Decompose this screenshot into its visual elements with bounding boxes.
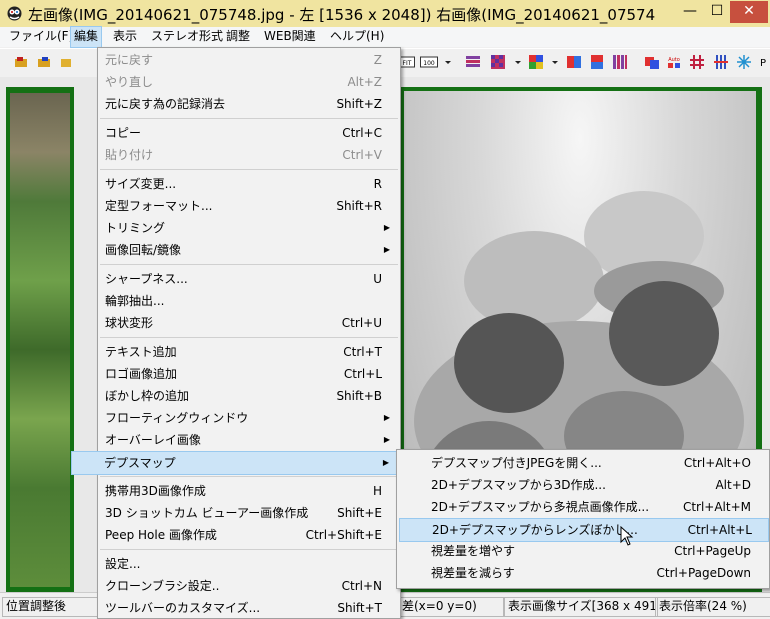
menu-item-format[interactable]: 定型フォーマット... Shift+R — [100, 195, 398, 217]
menu-item-depth-map[interactable]: デプスマップ ▶ — [71, 451, 398, 475]
menu-bar: ファイル(F) 編集 表示 ステレオ形式 調整 WEB関連 ヘルプ(H) — [0, 26, 770, 48]
actual-size-icon[interactable]: 100 — [420, 55, 438, 69]
menu-item-paste[interactable]: 貼り付け Ctrl+V — [100, 144, 398, 166]
menu-item-add-text[interactable]: テキスト追加 Ctrl+T — [100, 341, 398, 363]
status-zoom: 表示倍率(24 %) — [655, 597, 770, 617]
chevron-down-icon[interactable] — [550, 55, 560, 69]
column-interlace-icon[interactable] — [613, 55, 627, 69]
maximize-button[interactable]: ☐ — [704, 1, 730, 23]
mouse-cursor-icon — [620, 526, 634, 546]
menu-separator — [100, 549, 398, 550]
menu-separator — [100, 118, 398, 119]
open-right-icon[interactable] — [37, 55, 51, 69]
menu-adjust[interactable]: 調整 — [223, 27, 253, 47]
submenu-arrow-icon: ▶ — [382, 458, 389, 467]
status-position: 位置調整後 — [2, 597, 100, 617]
submenu-arrow-icon: ▶ — [383, 223, 390, 232]
menu-item-shotcam[interactable]: 3D ショットカム ビューアー画像作成 Shift+E — [100, 502, 398, 524]
menu-item-trimming[interactable]: トリミング ▶ — [100, 217, 398, 239]
overlap-icon[interactable] — [645, 55, 659, 69]
checker-icon[interactable] — [491, 55, 505, 69]
submenu-open-depth-jpeg[interactable]: デプスマップ付きJPEGを開く... Ctrl+Alt+O — [399, 452, 767, 474]
color-anaglyph-icon[interactable] — [529, 55, 543, 69]
menu-item-mobile-3d[interactable]: 携帯用3D画像作成 H — [100, 480, 398, 502]
submenu-increase-parallax[interactable]: 視差量を増やす Ctrl+PageUp — [399, 540, 767, 562]
status-display-size: 表示画像サイズ[368 x 491] — [504, 597, 658, 617]
submenu-lens-blur[interactable]: 2D+デプスマップからレンズぼかし... Ctrl+Alt+L — [399, 518, 769, 542]
actual-size-icon-label: 100 — [423, 60, 435, 67]
menu-file[interactable]: ファイル(F) — [6, 27, 76, 47]
submenu-decrease-parallax[interactable]: 視差量を減らす Ctrl+PageDown — [399, 562, 767, 584]
submenu-arrow-icon: ▶ — [383, 435, 390, 444]
p-icon-label: P — [760, 58, 766, 69]
menu-separator — [100, 337, 398, 338]
menu-item-add-logo[interactable]: ロゴ画像追加 Ctrl+L — [100, 363, 398, 385]
menu-item-peep-hole[interactable]: Peep Hole 画像作成 Ctrl+Shift+E — [100, 524, 398, 546]
menu-item-overlay[interactable]: オーバーレイ画像 ▶ — [100, 429, 398, 451]
menu-help[interactable]: ヘルプ(H) — [327, 27, 387, 47]
menu-item-clone-brush[interactable]: クローンブラシ設定.. Ctrl+N — [100, 575, 398, 597]
p-icon[interactable]: P — [757, 55, 769, 69]
minimize-button[interactable]: — — [676, 1, 704, 23]
open-left-icon[interactable] — [14, 55, 28, 69]
status-coords: 差(x=0 y=0) — [398, 597, 504, 617]
close-button[interactable]: ✕ — [730, 1, 768, 23]
menu-item-rotate[interactable]: 画像回転/鏡像 ▶ — [100, 239, 398, 261]
chevron-down-icon[interactable] — [513, 55, 523, 69]
menu-edit[interactable]: 編集 — [70, 26, 103, 48]
submenu-multiview[interactable]: 2D+デプスマップから多視点画像作成... Ctrl+Alt+M — [399, 496, 767, 518]
menu-web[interactable]: WEB関連 — [261, 27, 319, 47]
menu-item-resize[interactable]: サイズ変更... R — [100, 173, 398, 195]
lines-icon[interactable] — [714, 55, 728, 69]
window-title: 左画像(IMG_20140621_075748.jpg - 左 [1536 x … — [28, 6, 656, 24]
menu-item-spherize[interactable]: 球状変形 Ctrl+U — [100, 312, 398, 334]
menu-item-edge-detect[interactable]: 輪郭抽出... — [100, 290, 398, 312]
app-icon — [7, 6, 22, 21]
grid-icon[interactable] — [690, 55, 704, 69]
menu-item-customize-toolbar[interactable]: ツールバーのカスタマイズ... Shift+T — [100, 597, 398, 619]
top-bottom-icon[interactable] — [590, 55, 604, 69]
menu-item-redo[interactable]: やり直し Alt+Z — [100, 71, 398, 93]
depth-map-submenu: デプスマップ付きJPEGを開く... Ctrl+Alt+O 2D+デプスマップから… — [396, 449, 770, 589]
menu-item-settings[interactable]: 設定... — [100, 553, 398, 575]
menu-item-blur-frame[interactable]: ぼかし枠の追加 Shift+B — [100, 385, 398, 407]
snowflake-icon[interactable] — [737, 55, 751, 69]
menu-item-undo[interactable]: 元に戻す Z — [100, 49, 398, 71]
submenu-arrow-icon: ▶ — [383, 413, 390, 422]
menu-separator — [100, 169, 398, 170]
menu-item-floating-window[interactable]: フローティングウィンドウ ▶ — [100, 407, 398, 429]
fit-icon-label: FIT — [403, 60, 412, 67]
submenu-arrow-icon: ▶ — [383, 245, 390, 254]
chevron-down-icon[interactable] — [443, 55, 453, 69]
menu-stereo-format[interactable]: ステレオ形式 — [148, 27, 226, 47]
menu-item-copy[interactable]: コピー Ctrl+C — [100, 122, 398, 144]
menu-view[interactable]: 表示 — [110, 27, 140, 47]
auto-adjust-icon-label: Auto — [668, 57, 680, 63]
menu-item-clear-undo[interactable]: 元に戻す為の記録消去 Shift+Z — [100, 93, 398, 115]
left-image[interactable] — [10, 93, 70, 587]
edit-menu: 元に戻す Z やり直し Alt+Z 元に戻す為の記録消去 Shift+Z コピー Ctr… — [71, 47, 401, 619]
left-image-frame — [6, 87, 74, 593]
title-bar: 左画像(IMG_20140621_075748.jpg - 左 [1536 x … — [0, 0, 770, 28]
side-by-side-icon[interactable] — [567, 55, 581, 69]
open-folder-icon[interactable] — [60, 55, 74, 69]
menu-separator — [100, 264, 398, 265]
auto-adjust-icon[interactable]: Auto — [666, 55, 682, 69]
submenu-create-3d[interactable]: 2D+デプスマップから3D作成... Alt+D — [399, 474, 767, 496]
menu-item-sharpness[interactable]: シャープネス... U — [100, 268, 398, 290]
fit-icon[interactable]: FIT — [399, 55, 415, 69]
interlace-icon[interactable] — [466, 55, 480, 69]
menu-separator — [100, 476, 398, 477]
